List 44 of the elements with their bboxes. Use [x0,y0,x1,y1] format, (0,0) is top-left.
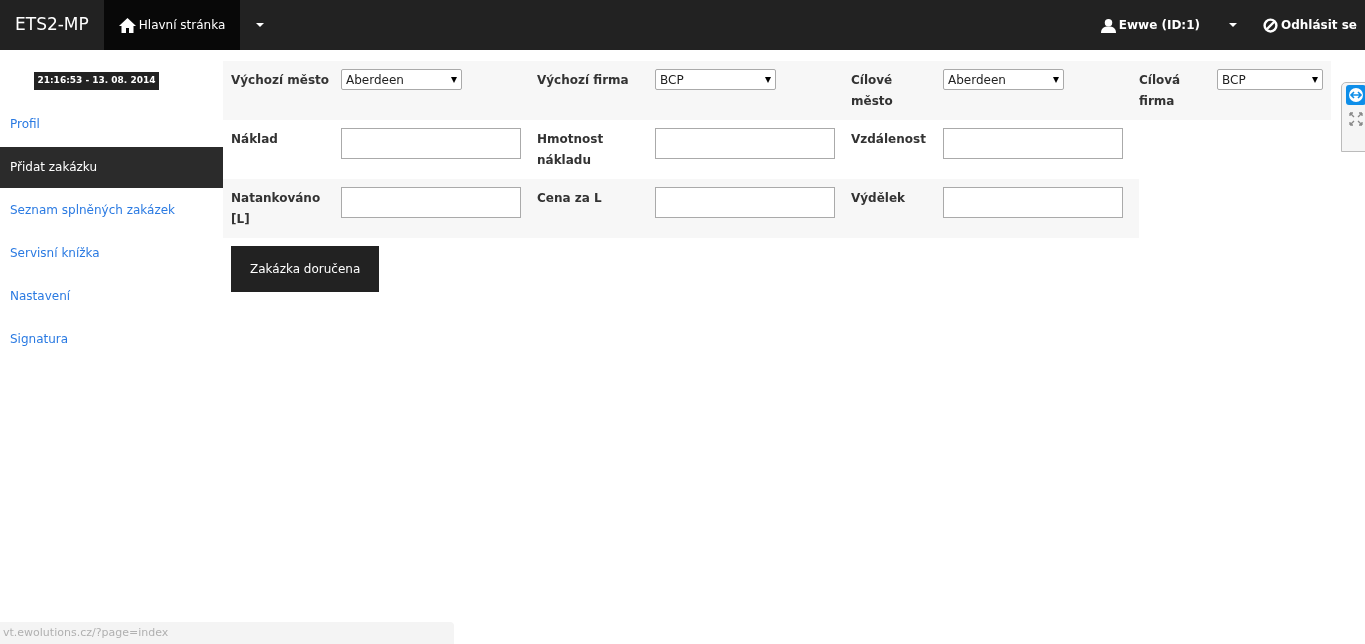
caret-icon [1053,76,1059,83]
submit-button[interactable]: Zakázka doručena [231,246,380,292]
input-field[interactable] [341,128,521,159]
logout-link[interactable]: Odhlásit se [1263,16,1357,34]
sidebar-item[interactable]: Servisní knížka [0,232,223,274]
input-field[interactable] [943,128,1123,159]
caret-icon[interactable] [256,23,265,27]
dropdown[interactable]: Aberdeen [341,69,462,90]
forbidden-icon [1263,17,1278,33]
input-field[interactable] [943,187,1123,218]
status-url: vt.ewolutions.cz/?page=index [3,624,169,641]
sidebar-item[interactable]: Nastavení [0,275,223,317]
field-label: Výchozí firma [537,72,630,89]
expand-icon[interactable] [1348,111,1364,127]
clock-badge: 21:16:53 - 13. 08. 2014 [33,72,160,90]
field-label: Cílová firma [1139,72,1182,110]
nav-tab[interactable]: Hlavní stránka [103,0,241,50]
sidebar-item[interactable]: Profil [0,103,223,145]
input-field[interactable] [655,187,835,218]
brand-title[interactable]: ETS2-MP [0,12,104,38]
field-label: Cena za L [537,190,603,207]
caret-icon [1312,76,1318,83]
field-label: Náklad [231,131,279,148]
caret-icon [451,76,457,83]
sidebar-item[interactable]: Přidat zakázku [0,146,223,188]
dropdown[interactable]: BCP [1217,69,1323,90]
field-label: Výdělek [851,190,907,207]
user-menu[interactable]: Ewwe (ID:1) [1100,16,1200,34]
dropdown[interactable]: Aberdeen [943,69,1064,90]
input-field[interactable] [341,187,521,218]
field-label: Cílové město [851,72,894,110]
field-label: Hmotnost nákladu [537,131,605,169]
caret-icon [765,76,771,83]
sidebar-item[interactable]: Signatura [0,318,223,360]
caret-icon[interactable] [1229,23,1237,27]
user-icon [1100,17,1116,33]
field-label: Vzdálenost [851,131,927,148]
chat-icon[interactable] [1346,85,1365,105]
input-field[interactable] [655,128,835,159]
field-label: Natankováno [L] [231,190,322,228]
home-icon [118,17,136,33]
dropdown[interactable]: BCP [655,69,776,90]
sidebar-item[interactable]: Seznam splněných zakázek [0,189,223,231]
field-label: Výchozí město [231,72,331,89]
